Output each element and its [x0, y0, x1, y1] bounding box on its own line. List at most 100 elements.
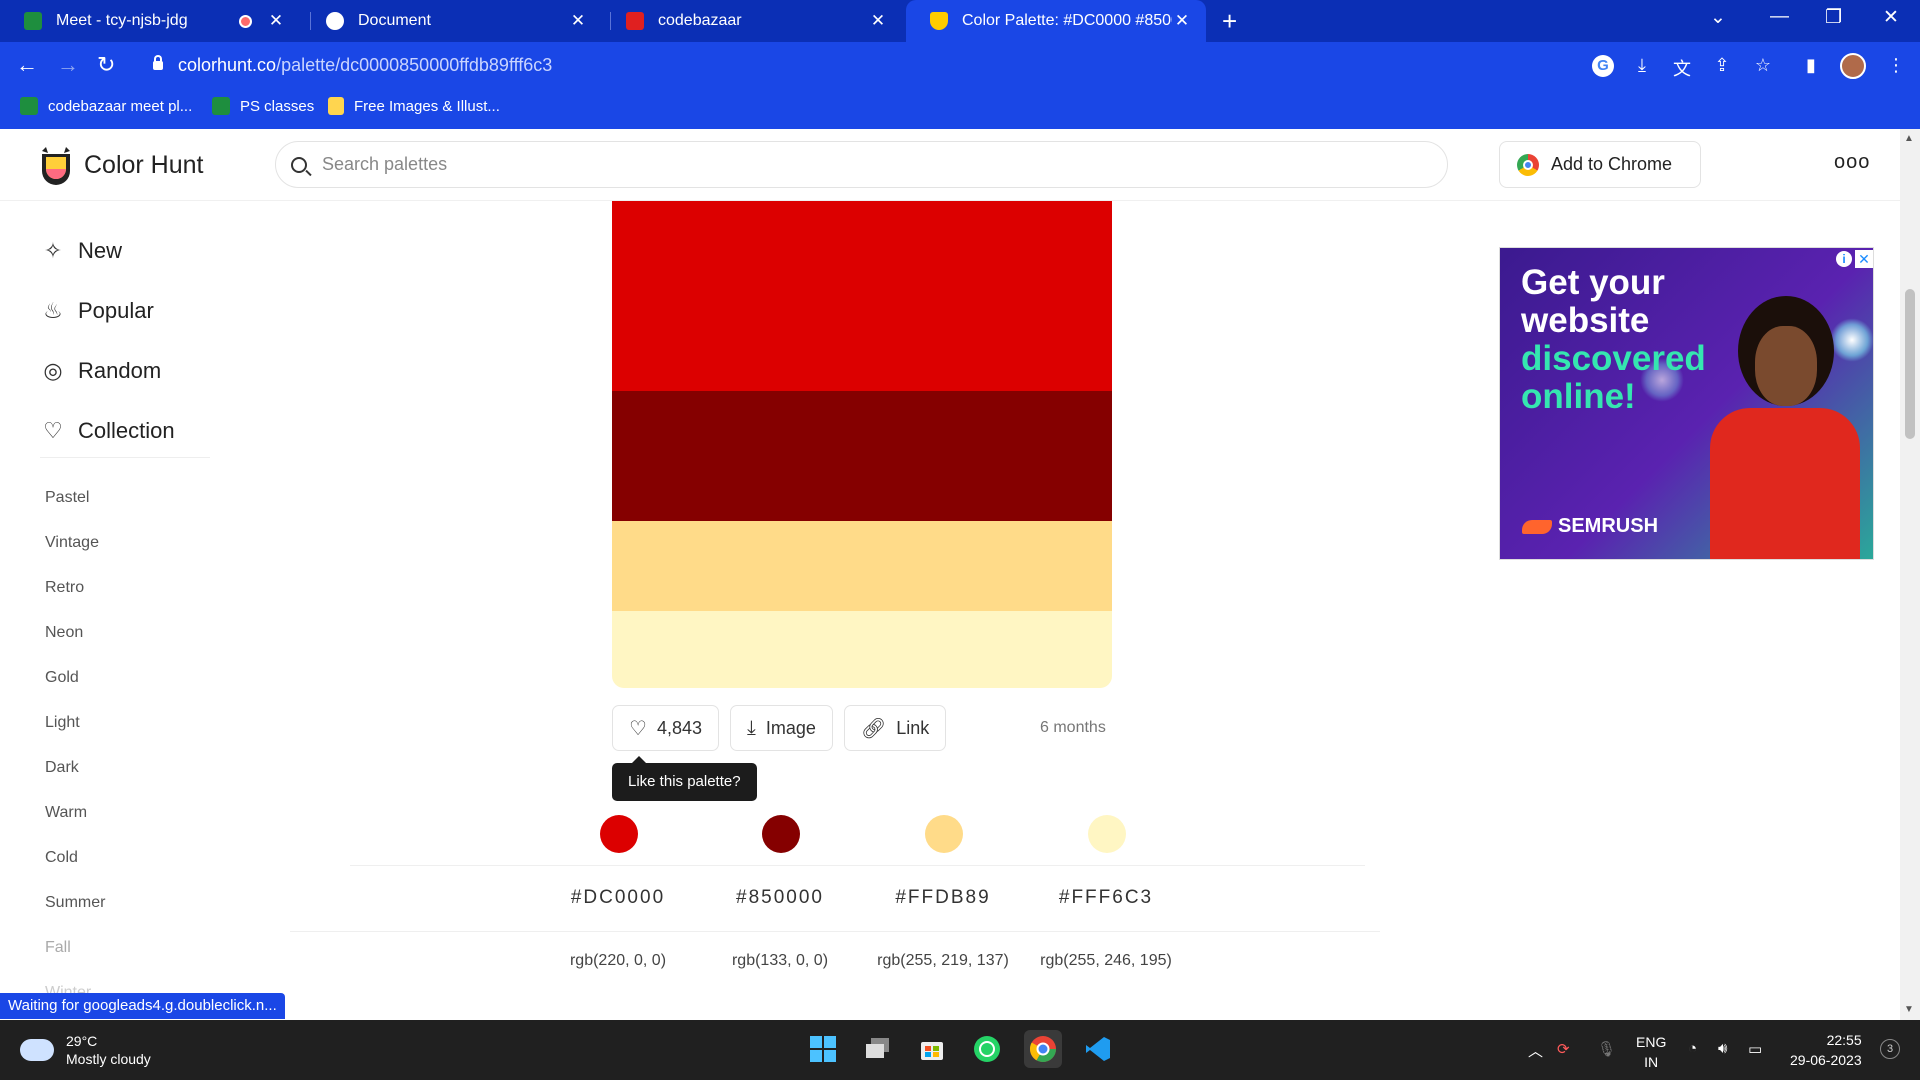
add-to-chrome-button[interactable]: Add to Chrome [1499, 141, 1701, 188]
color-dot[interactable] [762, 815, 800, 853]
tag-retro[interactable]: Retro [45, 565, 105, 610]
chevron-up-icon[interactable]: ︿ [1528, 1040, 1543, 1061]
ad-close-icon[interactable]: ✕ [1855, 250, 1873, 268]
weather-widget[interactable]: 29°C Mostly cloudy [20, 1029, 151, 1068]
tab-codebazaar[interactable]: codebazaar ✕ [602, 0, 902, 42]
close-icon[interactable]: ✕ [266, 11, 286, 31]
tag-dark[interactable]: Dark [45, 745, 105, 790]
rgb-value[interactable]: rgb(255, 246, 195) [1021, 952, 1191, 970]
scroll-thumb[interactable] [1905, 289, 1915, 439]
swatch-1[interactable] [612, 201, 1112, 391]
date: 29-06-2023 [1790, 1052, 1862, 1068]
new-tab-button[interactable]: + [1222, 6, 1237, 37]
rgb-value[interactable]: rgb(133, 0, 0) [695, 952, 865, 970]
heart-icon: ♡ [629, 717, 647, 740]
language-indicator[interactable]: ENG IN [1636, 1032, 1666, 1072]
ad-person [1755, 326, 1817, 406]
close-icon[interactable]: ✕ [1172, 11, 1192, 31]
hex-value[interactable]: #FFDB89 [863, 887, 1023, 909]
logo[interactable]: Color Hunt [36, 145, 204, 185]
tab-meet[interactable]: Meet - tcy-njsb-jdg ✕ [0, 0, 300, 42]
tag-neon[interactable]: Neon [45, 610, 105, 655]
rgb-value[interactable]: rgb(220, 0, 0) [533, 952, 703, 970]
translate-icon[interactable]: 文 [1671, 55, 1693, 79]
menu-icon[interactable]: ⋮ [1885, 55, 1907, 77]
address-bar[interactable]: colorhunt.co/palette/dc0000850000ffdb89f… [137, 48, 1597, 83]
window-close-icon[interactable]: ✕ [1883, 6, 1899, 29]
reload-icon[interactable]: ↻ [97, 52, 115, 78]
color-dot[interactable] [1088, 815, 1126, 853]
image-download-button[interactable]: ⤓ Image [729, 705, 833, 751]
scroll-down-icon[interactable]: ▼ [1904, 1004, 1914, 1015]
tag-warm[interactable]: Warm [45, 790, 105, 835]
sidebar-item-label: Collection [78, 418, 175, 443]
hex-value[interactable]: #850000 [700, 887, 860, 909]
swatch-2[interactable] [612, 391, 1112, 521]
rgb-value[interactable]: rgb(255, 219, 137) [858, 952, 1028, 970]
back-icon[interactable]: ← [16, 52, 38, 78]
bookmark-item[interactable]: Free Images & Illust... [328, 97, 500, 115]
store-icon[interactable] [913, 1030, 951, 1068]
forward-icon[interactable]: → [57, 52, 79, 78]
share-icon[interactable]: ⇪ [1711, 55, 1733, 77]
meet-icon [212, 97, 230, 115]
start-icon[interactable] [804, 1030, 842, 1068]
scrollbar[interactable]: ▲ ▼ [1900, 129, 1920, 1020]
tab-color-palette[interactable]: Color Palette: #DC0000 #850000 ✕ [906, 0, 1206, 42]
time: 22:55 [1826, 1032, 1862, 1048]
vscode-icon[interactable] [1079, 1030, 1117, 1068]
hex-value[interactable]: #FFF6C3 [1026, 887, 1186, 909]
tab-document[interactable]: Document ✕ [302, 0, 602, 42]
copy-link-button[interactable]: 🔗︎ Link [843, 705, 947, 751]
microphone-icon[interactable]: 🎙︎ [1597, 1040, 1616, 1058]
like-button[interactable]: ♡ 4,843 [612, 705, 719, 751]
sidebar-item-collection[interactable]: ♡ Collection [40, 401, 175, 461]
task-view-icon[interactable] [859, 1030, 897, 1068]
battery-icon[interactable]: ▭ [1748, 1040, 1762, 1058]
google-icon[interactable]: G [1592, 55, 1614, 77]
tag-summer[interactable]: Summer [45, 880, 105, 925]
tab-search-icon[interactable]: ⌄ [1710, 6, 1726, 29]
search-box[interactable] [275, 141, 1448, 188]
bookmark-item[interactable]: codebazaar meet pl... [20, 97, 192, 115]
search-input[interactable] [322, 154, 1447, 175]
whatsapp-icon[interactable] [968, 1030, 1006, 1068]
wifi-icon[interactable]: ◔ [1688, 1040, 1697, 1057]
palette-card[interactable] [612, 201, 1112, 688]
hex-value[interactable]: #DC0000 [538, 887, 698, 909]
bookmark-item[interactable]: PS classes [212, 97, 314, 115]
ad-headline: Get your website discovered online! [1521, 263, 1706, 416]
install-icon[interactable]: ⤓ [1631, 55, 1653, 77]
side-panel-icon[interactable]: ▮ [1800, 55, 1822, 77]
tag-fall[interactable]: Fall [45, 925, 105, 970]
star-icon[interactable]: ☆ [1752, 55, 1774, 77]
tag-cold[interactable]: Cold [45, 835, 105, 880]
close-icon[interactable]: ✕ [568, 11, 588, 31]
tag-light[interactable]: Light [45, 700, 105, 745]
volume-icon[interactable]: 🔊︎ [1718, 1040, 1727, 1057]
clock[interactable]: 22:55 29-06-2023 [1790, 1030, 1862, 1070]
restore-icon[interactable]: ❐ [1825, 6, 1842, 29]
sync-icon[interactable]: ⟳ [1557, 1040, 1570, 1058]
minimize-icon[interactable]: — [1770, 6, 1789, 28]
tag-vintage[interactable]: Vintage [45, 520, 105, 565]
tag-gold[interactable]: Gold [45, 655, 105, 700]
notification-badge[interactable]: 3 [1880, 1039, 1900, 1059]
more-menu-button[interactable]: ooo [1834, 151, 1870, 174]
status-text: Waiting for googleads4.g.doubleclick.n..… [0, 993, 285, 1019]
tag-pastel[interactable]: Pastel [45, 475, 105, 520]
sidebar-item-new[interactable]: ✧ New [40, 221, 175, 281]
close-icon[interactable]: ✕ [868, 11, 888, 31]
swatch-4[interactable] [612, 611, 1112, 688]
scroll-up-icon[interactable]: ▲ [1904, 133, 1914, 144]
advertisement[interactable]: Get your website discovered online! SEMR… [1499, 247, 1874, 560]
swatch-3[interactable] [612, 521, 1112, 611]
ad-brand: SEMRUSH [1522, 515, 1658, 538]
sidebar-item-popular[interactable]: ♨ Popular [40, 281, 175, 341]
sidebar-item-random[interactable]: ◎ Random [40, 341, 175, 401]
color-dot[interactable] [925, 815, 963, 853]
ad-info-icon[interactable]: i [1836, 251, 1852, 267]
chrome-taskbar-icon[interactable] [1024, 1030, 1062, 1068]
avatar[interactable] [1840, 53, 1866, 79]
color-dot[interactable] [600, 815, 638, 853]
